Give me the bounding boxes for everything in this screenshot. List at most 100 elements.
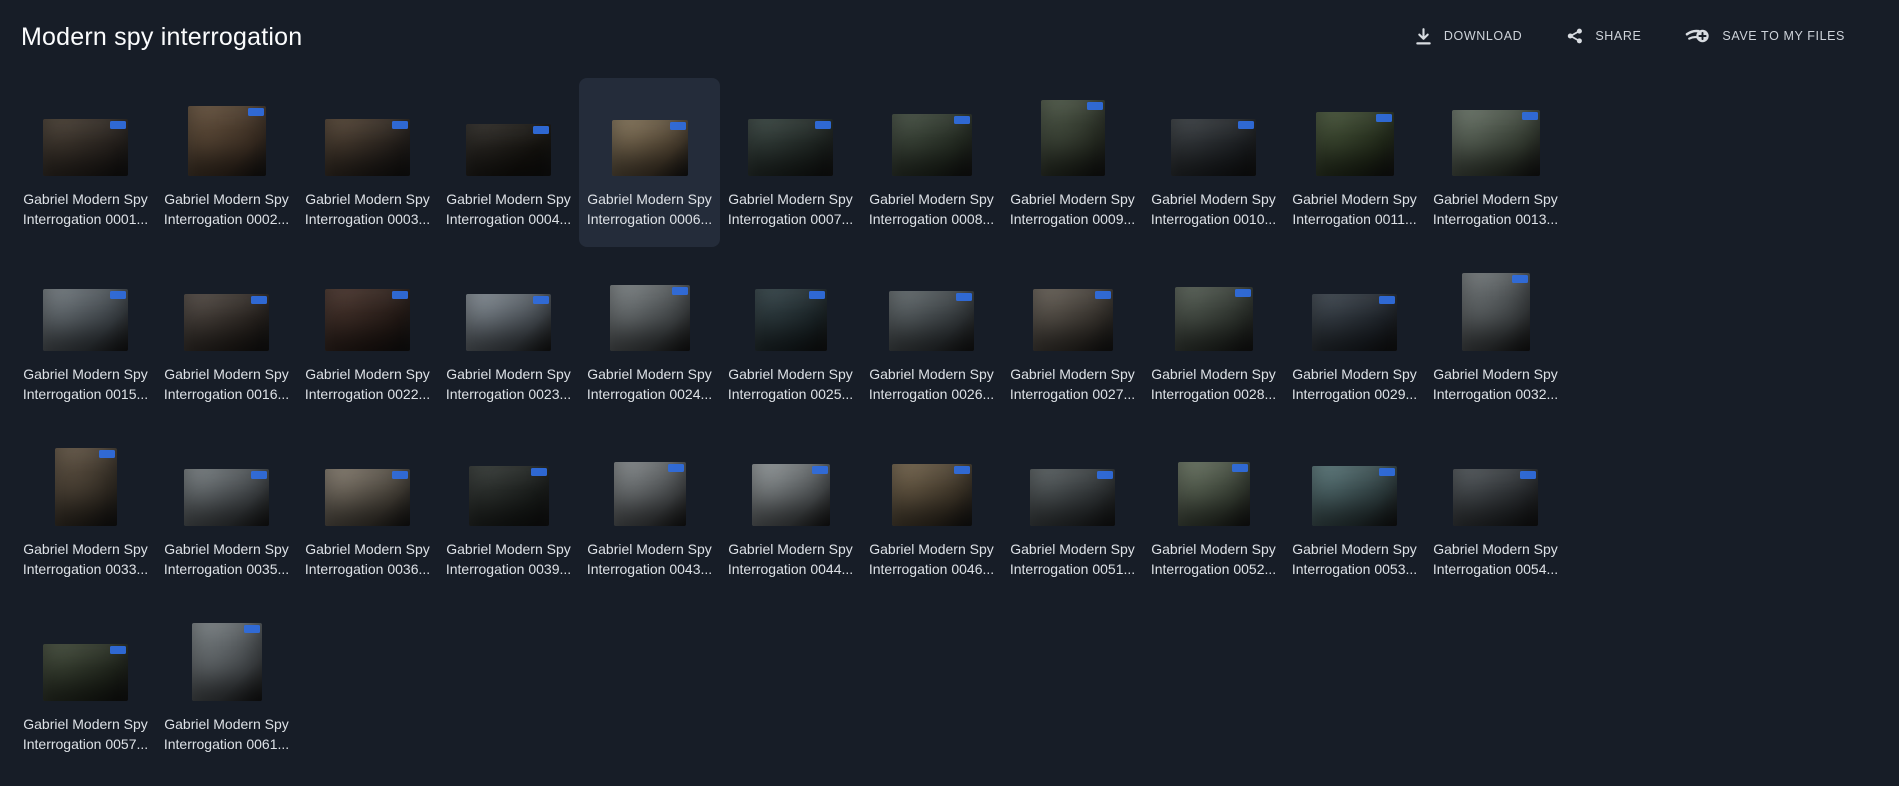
file-thumbnail bbox=[1452, 110, 1540, 176]
share-button[interactable]: SHARE bbox=[1566, 25, 1641, 47]
file-name: Gabriel Modern Spy Interrogation 0008... bbox=[861, 189, 1002, 229]
file-name: Gabriel Modern Spy Interrogation 0022... bbox=[297, 364, 438, 404]
save-to-my-files-button[interactable]: SAVE TO MY FILES bbox=[1685, 24, 1845, 48]
file-tile[interactable]: Gabriel Modern Spy Interrogation 0004... bbox=[438, 78, 579, 247]
file-tile[interactable]: Gabriel Modern Spy Interrogation 0022... bbox=[297, 253, 438, 422]
save-to-my-files-icon bbox=[1685, 26, 1711, 46]
file-name: Gabriel Modern Spy Interrogation 0002... bbox=[156, 189, 297, 229]
file-tile[interactable]: Gabriel Modern Spy Interrogation 0035... bbox=[156, 428, 297, 597]
watermark-badge bbox=[956, 293, 972, 301]
thumbnail-wrap bbox=[720, 440, 861, 526]
file-tile[interactable]: Gabriel Modern Spy Interrogation 0007... bbox=[720, 78, 861, 247]
file-tile[interactable]: Gabriel Modern Spy Interrogation 0003... bbox=[297, 78, 438, 247]
file-thumbnail bbox=[469, 466, 549, 526]
file-tile[interactable]: Gabriel Modern Spy Interrogation 0001... bbox=[15, 78, 156, 247]
watermark-badge bbox=[1522, 112, 1538, 120]
file-tile[interactable]: Gabriel Modern Spy Interrogation 0054... bbox=[1425, 428, 1566, 597]
download-button[interactable]: DOWNLOAD bbox=[1414, 25, 1522, 48]
file-thumbnail bbox=[1171, 119, 1256, 176]
file-name: Gabriel Modern Spy Interrogation 0006... bbox=[579, 189, 720, 229]
watermark-badge bbox=[809, 291, 825, 299]
thumbnail-wrap bbox=[579, 265, 720, 351]
file-tile[interactable]: Gabriel Modern Spy Interrogation 0027... bbox=[1002, 253, 1143, 422]
file-tile[interactable]: Gabriel Modern Spy Interrogation 0057... bbox=[15, 603, 156, 772]
file-tile[interactable]: Gabriel Modern Spy Interrogation 0008... bbox=[861, 78, 1002, 247]
file-thumbnail bbox=[55, 448, 117, 526]
file-tile[interactable]: Gabriel Modern Spy Interrogation 0039... bbox=[438, 428, 579, 597]
thumbnail-wrap bbox=[861, 90, 1002, 176]
folder-header: Modern spy interrogation DOWNLOAD bbox=[0, 0, 1899, 78]
watermark-badge bbox=[244, 625, 260, 633]
file-tile[interactable]: Gabriel Modern Spy Interrogation 0052... bbox=[1143, 428, 1284, 597]
watermark-badge bbox=[1376, 114, 1392, 122]
file-thumbnail bbox=[43, 644, 128, 701]
thumbnail-wrap bbox=[1143, 265, 1284, 351]
watermark-badge bbox=[954, 466, 970, 474]
file-tile[interactable]: Gabriel Modern Spy Interrogation 0010... bbox=[1143, 78, 1284, 247]
thumbnail-wrap bbox=[720, 265, 861, 351]
file-tile[interactable]: Gabriel Modern Spy Interrogation 0046... bbox=[861, 428, 1002, 597]
file-name: Gabriel Modern Spy Interrogation 0032... bbox=[1425, 364, 1566, 404]
file-name: Gabriel Modern Spy Interrogation 0053... bbox=[1284, 539, 1425, 579]
file-name: Gabriel Modern Spy Interrogation 0028... bbox=[1143, 364, 1284, 404]
watermark-badge bbox=[392, 291, 408, 299]
file-tile[interactable]: Gabriel Modern Spy Interrogation 0053... bbox=[1284, 428, 1425, 597]
file-tile[interactable]: Gabriel Modern Spy Interrogation 0013... bbox=[1425, 78, 1566, 247]
thumbnail-wrap bbox=[579, 90, 720, 176]
thumbnail-wrap bbox=[1143, 440, 1284, 526]
file-thumbnail bbox=[1312, 466, 1397, 526]
file-tile[interactable]: Gabriel Modern Spy Interrogation 0044... bbox=[720, 428, 861, 597]
file-thumbnail bbox=[43, 289, 128, 351]
file-thumbnail bbox=[325, 289, 410, 351]
file-tile[interactable]: Gabriel Modern Spy Interrogation 0011... bbox=[1284, 78, 1425, 247]
thumbnail-wrap bbox=[156, 615, 297, 701]
file-thumbnail bbox=[1312, 294, 1397, 351]
file-name: Gabriel Modern Spy Interrogation 0027... bbox=[1002, 364, 1143, 404]
file-thumbnail bbox=[184, 469, 269, 526]
watermark-badge bbox=[392, 121, 408, 129]
file-thumbnail bbox=[466, 124, 551, 176]
thumbnail-wrap bbox=[15, 615, 156, 701]
file-tile[interactable]: Gabriel Modern Spy Interrogation 0043... bbox=[579, 428, 720, 597]
file-tile[interactable]: Gabriel Modern Spy Interrogation 0032... bbox=[1425, 253, 1566, 422]
file-tile[interactable]: Gabriel Modern Spy Interrogation 0051... bbox=[1002, 428, 1143, 597]
thumbnail-wrap bbox=[1284, 90, 1425, 176]
watermark-badge bbox=[533, 126, 549, 134]
share-icon bbox=[1566, 27, 1584, 45]
file-name: Gabriel Modern Spy Interrogation 0004... bbox=[438, 189, 579, 229]
file-tile[interactable]: Gabriel Modern Spy Interrogation 0024... bbox=[579, 253, 720, 422]
file-tile[interactable]: Gabriel Modern Spy Interrogation 0023... bbox=[438, 253, 579, 422]
file-tile[interactable]: Gabriel Modern Spy Interrogation 0009... bbox=[1002, 78, 1143, 247]
file-tile[interactable]: Gabriel Modern Spy Interrogation 0025... bbox=[720, 253, 861, 422]
file-tile[interactable]: Gabriel Modern Spy Interrogation 0002... bbox=[156, 78, 297, 247]
file-grid: Gabriel Modern Spy Interrogation 0001...… bbox=[15, 78, 1566, 772]
file-thumbnail bbox=[1033, 289, 1113, 351]
file-thumbnail bbox=[892, 464, 972, 526]
file-tile[interactable]: Gabriel Modern Spy Interrogation 0033... bbox=[15, 428, 156, 597]
thumbnail-wrap bbox=[1002, 440, 1143, 526]
file-name: Gabriel Modern Spy Interrogation 0035... bbox=[156, 539, 297, 579]
file-name: Gabriel Modern Spy Interrogation 0011... bbox=[1284, 189, 1425, 229]
file-tile[interactable]: Gabriel Modern Spy Interrogation 0026... bbox=[861, 253, 1002, 422]
file-tile[interactable]: Gabriel Modern Spy Interrogation 0029... bbox=[1284, 253, 1425, 422]
file-thumbnail bbox=[1453, 469, 1538, 526]
file-name: Gabriel Modern Spy Interrogation 0051... bbox=[1002, 539, 1143, 579]
download-button-label: DOWNLOAD bbox=[1444, 29, 1522, 43]
watermark-badge bbox=[392, 471, 408, 479]
file-name: Gabriel Modern Spy Interrogation 0009... bbox=[1002, 189, 1143, 229]
file-name: Gabriel Modern Spy Interrogation 0025... bbox=[720, 364, 861, 404]
file-thumbnail bbox=[1316, 112, 1394, 176]
file-tile[interactable]: Gabriel Modern Spy Interrogation 0061... bbox=[156, 603, 297, 772]
file-tile[interactable]: Gabriel Modern Spy Interrogation 0016... bbox=[156, 253, 297, 422]
file-tile[interactable]: Gabriel Modern Spy Interrogation 0028... bbox=[1143, 253, 1284, 422]
file-tile[interactable]: Gabriel Modern Spy Interrogation 0006... bbox=[579, 78, 720, 247]
watermark-badge bbox=[668, 464, 684, 472]
file-tile[interactable]: Gabriel Modern Spy Interrogation 0036... bbox=[297, 428, 438, 597]
file-thumbnail bbox=[752, 464, 830, 526]
thumbnail-wrap bbox=[579, 440, 720, 526]
file-name: Gabriel Modern Spy Interrogation 0061... bbox=[156, 714, 297, 754]
file-name: Gabriel Modern Spy Interrogation 0036... bbox=[297, 539, 438, 579]
file-thumbnail bbox=[466, 294, 551, 351]
thumbnail-wrap bbox=[438, 440, 579, 526]
file-tile[interactable]: Gabriel Modern Spy Interrogation 0015... bbox=[15, 253, 156, 422]
